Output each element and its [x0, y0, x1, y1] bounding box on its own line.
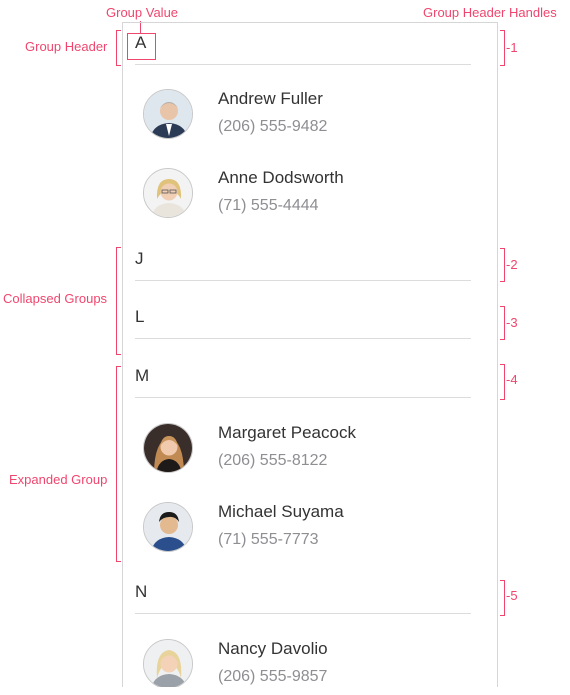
handle-bracket-3 — [500, 306, 505, 340]
contact-phone: (206) 555-8122 — [218, 452, 328, 469]
contact-name: Margaret Peacock — [218, 423, 356, 442]
avatar — [143, 423, 193, 473]
avatar — [143, 89, 193, 139]
list-item[interactable]: Margaret Peacock (206) 555-8122 — [143, 423, 473, 483]
group-letter: N — [135, 582, 148, 601]
group-header-n[interactable]: N — [135, 574, 471, 614]
handle-label-5: -5 — [506, 588, 518, 603]
group-value-callout: Group Value — [106, 5, 179, 20]
avatar — [143, 502, 193, 552]
expanded-group-bracket — [116, 366, 121, 562]
contact-phone: (71) 555-4444 — [218, 197, 319, 214]
separator — [135, 64, 471, 65]
grouped-list: A Andrew Fuller (206) 555-9482 Anne Dods… — [122, 22, 498, 687]
contact-phone: (206) 555-9482 — [218, 118, 328, 135]
group-header-m[interactable]: M — [135, 358, 471, 398]
contact-name: Andrew Fuller — [218, 89, 323, 108]
handle-bracket-4 — [500, 364, 505, 400]
collapsed-groups-callout: Collapsed Groups — [3, 291, 108, 306]
separator — [135, 613, 471, 614]
group-header-callout: Group Header — [25, 39, 108, 54]
contact-phone: (71) 555-7773 — [218, 531, 319, 548]
group-header-l[interactable]: L — [135, 299, 471, 339]
handle-bracket-1 — [500, 30, 505, 66]
list-item[interactable]: Michael Suyama (71) 555-7773 — [143, 502, 473, 562]
collapsed-groups-bracket — [116, 247, 121, 355]
handle-bracket-2 — [500, 248, 505, 282]
list-item[interactable]: Andrew Fuller (206) 555-9482 — [143, 89, 473, 149]
handle-label-4: -4 — [506, 372, 518, 387]
handle-label-1: -1 — [506, 40, 518, 55]
list-item[interactable]: Anne Dodsworth (71) 555-4444 — [143, 168, 473, 228]
handle-label-2: -2 — [506, 257, 518, 272]
avatar — [143, 639, 193, 687]
group-letter: J — [135, 249, 144, 268]
contact-name: Nancy Davolio — [218, 639, 328, 658]
list-item[interactable]: Nancy Davolio (206) 555-9857 — [143, 639, 473, 687]
contact-phone: (206) 555-9857 — [218, 668, 328, 685]
group-header-bracket — [116, 30, 121, 66]
group-letter: A — [135, 33, 147, 52]
contact-name: Michael Suyama — [218, 502, 344, 521]
handle-bracket-5 — [500, 580, 505, 616]
expanded-group-callout: Expanded Group — [9, 472, 108, 487]
group-header-j[interactable]: J — [135, 241, 471, 281]
separator — [135, 338, 471, 339]
group-letter: L — [135, 307, 145, 326]
handle-label-3: -3 — [506, 315, 518, 330]
avatar — [143, 168, 193, 218]
group-header-handles-callout: Group Header Handles — [423, 5, 557, 20]
group-letter: M — [135, 366, 150, 385]
separator — [135, 280, 471, 281]
separator — [135, 397, 471, 398]
contact-name: Anne Dodsworth — [218, 168, 344, 187]
group-header-a[interactable]: A — [135, 25, 471, 65]
